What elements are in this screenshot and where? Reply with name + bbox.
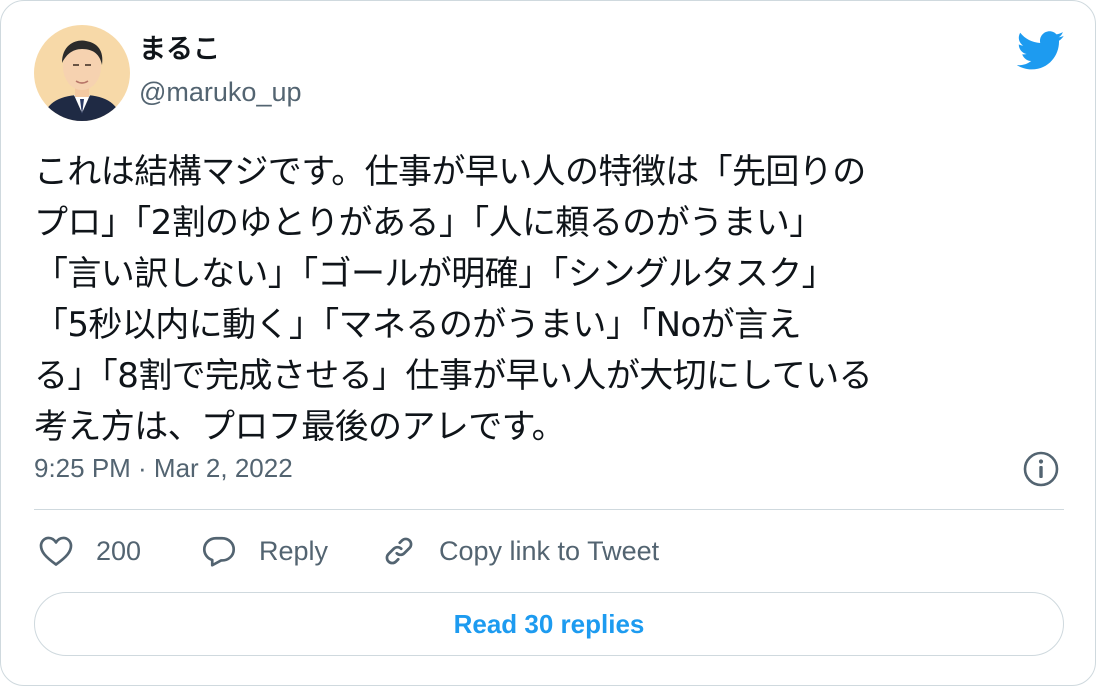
like-count: 200 bbox=[96, 535, 142, 566]
like-button[interactable]: 200 bbox=[38, 531, 141, 571]
tweet-card: まるこ @maruko_up これは結構マジです。仕事が早い人の特徴は「先回りの… bbox=[0, 0, 1096, 686]
heart-icon bbox=[39, 536, 73, 566]
copy-link-button[interactable]: Copy link to Tweet bbox=[381, 531, 659, 571]
read-replies-button[interactable]: Read 30 replies bbox=[34, 592, 1064, 656]
user-handle[interactable]: @maruko_up bbox=[139, 75, 302, 109]
tweet-text-line: これは結構マジです。仕事が早い人の特徴は「先回りの bbox=[34, 152, 866, 192]
avatar-illustration bbox=[34, 25, 130, 121]
reply-label: Reply bbox=[259, 535, 329, 566]
tweet-text-line: 「5秒以内に動く」「マネるのがうまい」「Noが言え bbox=[34, 305, 801, 345]
copy-link-label: Copy link to Tweet bbox=[439, 535, 660, 566]
link-icon bbox=[385, 537, 413, 565]
twitter-bird-icon[interactable] bbox=[1017, 31, 1065, 71]
reply-button[interactable]: Reply bbox=[201, 531, 328, 571]
tweet-text-line: 「言い訳しない」「ゴールが明確」「シングルタスク」 bbox=[34, 254, 836, 294]
divider bbox=[34, 509, 1064, 510]
display-name[interactable]: まるこ bbox=[139, 33, 220, 67]
tweet-text: これは結構マジです。仕事が早い人の特徴は「先回りの プロ」「2割のゆとりがある」… bbox=[34, 147, 1064, 453]
tweet-text-line: る」「8割で完成させる」仕事が早い人が大切にしている bbox=[34, 356, 873, 396]
tweet-timestamp[interactable]: 9:25 PM · Mar 2, 2022 bbox=[34, 452, 293, 484]
speech-bubble-icon bbox=[202, 536, 236, 567]
tweet-text-line: プロ」「2割のゆとりがある」「人に頼るのがうまい」 bbox=[34, 203, 823, 243]
tweet-text-line: 考え方は、プロフ最後のアレです。 bbox=[34, 407, 566, 447]
info-icon[interactable] bbox=[1022, 450, 1060, 488]
avatar[interactable] bbox=[34, 25, 130, 121]
